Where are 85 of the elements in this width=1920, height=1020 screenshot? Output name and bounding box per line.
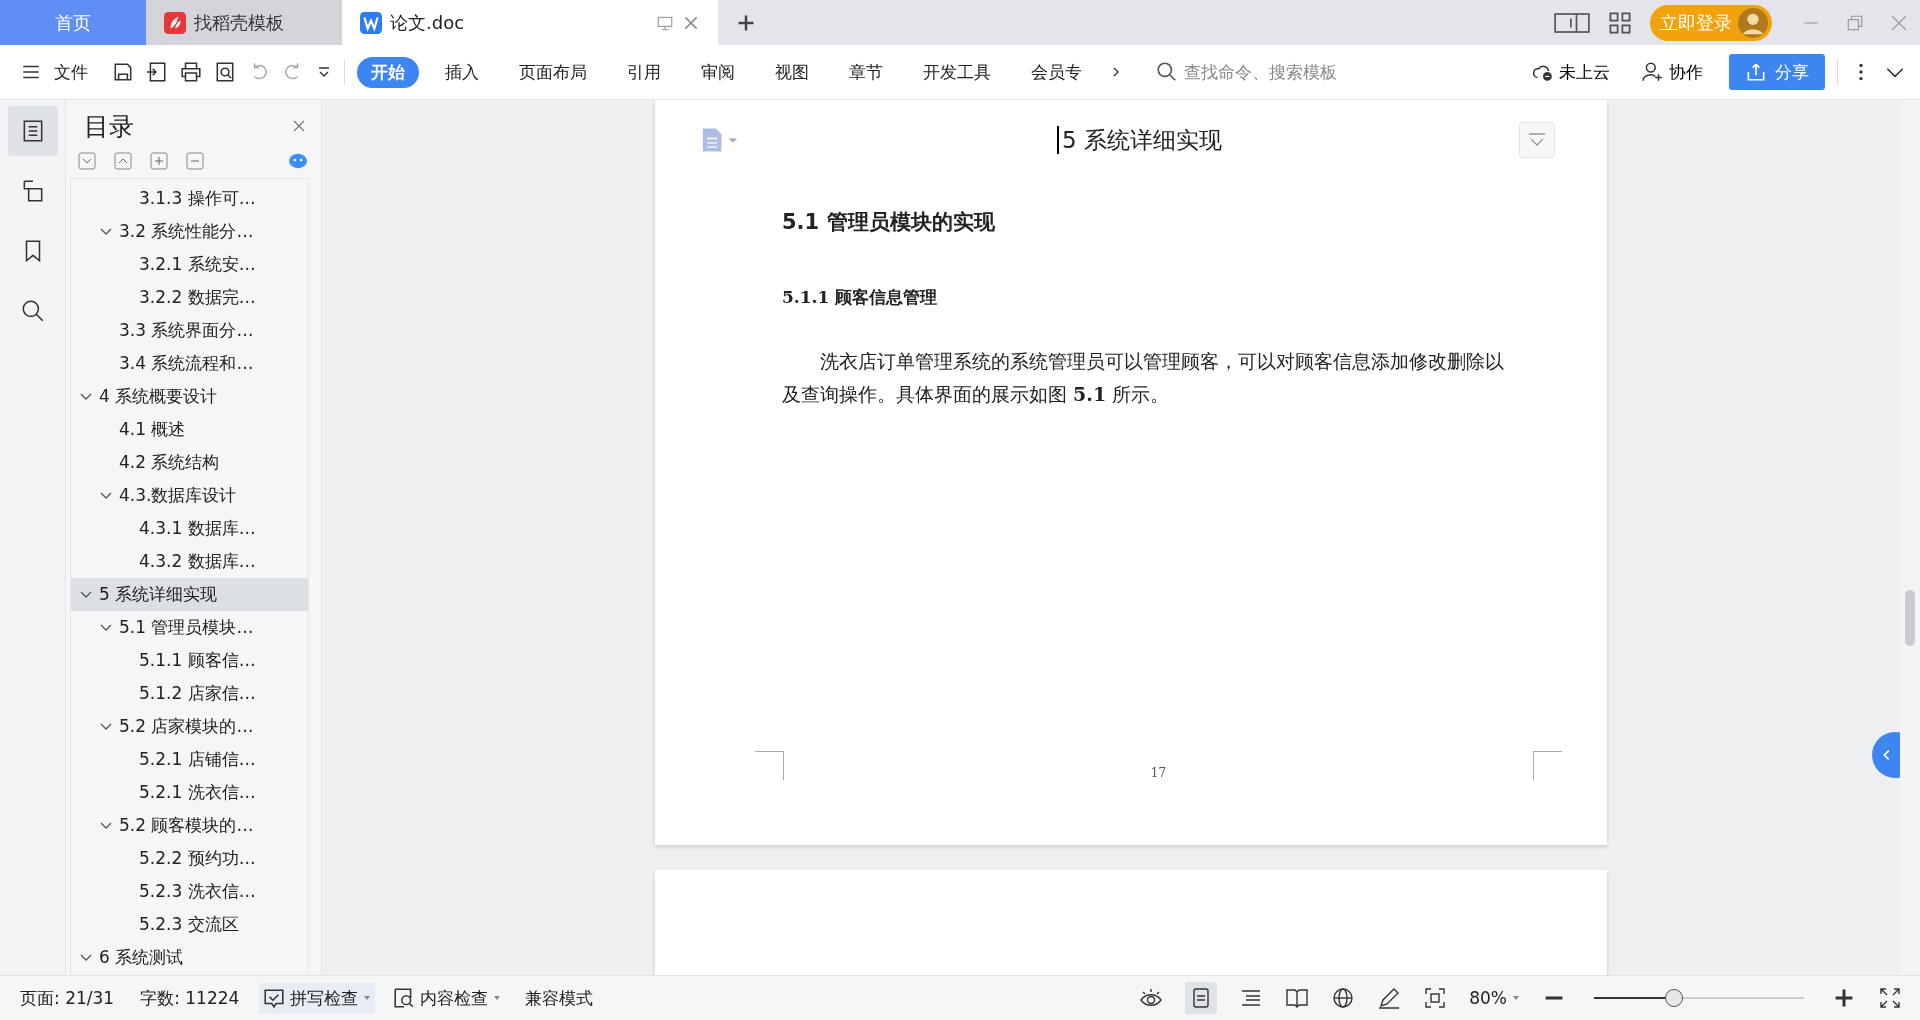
print-icon[interactable] [180, 61, 202, 83]
ribbon-tab[interactable]: 审阅 [687, 56, 749, 88]
document-tab[interactable]: 论文.doc [342, 0, 718, 45]
toc-item[interactable]: 4.3.数据库设计 [71, 479, 308, 512]
toc-item[interactable]: 5.2.2 预约功… [71, 842, 308, 875]
toc-item[interactable]: 5.2.1 店铺信… [71, 743, 308, 776]
caret-icon [1512, 994, 1520, 1002]
subsection-heading: 5.1.1 顾客信息管理 [782, 286, 939, 309]
toc-item[interactable]: 6 系统测试 [71, 941, 308, 974]
content-check-button[interactable]: 内容检查 [389, 982, 506, 1014]
toc-item[interactable]: 5.2 顾客模块的… [71, 809, 308, 842]
scrollbar[interactable] [1900, 100, 1920, 975]
check-icon [263, 987, 286, 1009]
toc-item[interactable]: 5.1 管理员模块… [71, 611, 308, 644]
person-add-icon [1642, 61, 1664, 83]
document-tab[interactable]: 找稻壳模板 [146, 0, 342, 45]
search-icon [1156, 61, 1178, 83]
collapse-icon[interactable] [78, 152, 96, 170]
layout-icon[interactable] [1554, 10, 1590, 35]
search-field[interactable]: 查找命令、搜索模板 [1156, 61, 1376, 83]
assistant-icon[interactable] [289, 152, 307, 170]
zoom-slider[interactable] [1594, 988, 1804, 1008]
toc-item[interactable]: 3.4 系统流程和… [71, 347, 308, 380]
ribbon-tab[interactable]: 开始 [357, 56, 419, 88]
toc-item[interactable]: 4 系统概要设计 [71, 380, 308, 413]
toc-item[interactable]: 3.3 系统界面分… [71, 314, 308, 347]
export-icon[interactable] [146, 61, 168, 83]
file-menu[interactable]: 文件 [54, 60, 88, 84]
avatar-icon [1738, 7, 1768, 38]
toc-item[interactable]: 5.2.3 交流区 [71, 908, 308, 941]
ribbon-tab[interactable]: 会员专 [1017, 56, 1096, 88]
close-icon[interactable] [291, 118, 307, 134]
ribbon-tab[interactable]: 页面布局 [505, 56, 601, 88]
ribbon-tab[interactable]: 章节 [835, 56, 897, 88]
globe-icon[interactable] [1331, 986, 1356, 1010]
toc-item[interactable]: 5.2.3 洗衣信… [71, 875, 308, 908]
crop-mark [755, 751, 784, 780]
toc-item[interactable]: 5.1.1 顾客信… [71, 644, 308, 677]
w-logo-icon [360, 11, 382, 34]
toc-item[interactable]: 3.2 系统性能分… [71, 215, 308, 248]
caret-icon [493, 994, 502, 1002]
ribbon-tab[interactable]: 插入 [431, 56, 493, 88]
fullscreen-icon[interactable] [1878, 986, 1902, 1010]
compat-mode: 兼容模式 [524, 986, 595, 1010]
page-header: 5 系统详细实现 [740, 124, 1519, 156]
magnifier-page-icon [393, 987, 416, 1009]
share-button[interactable]: 分享 [1729, 54, 1825, 90]
leaf-logo-icon [164, 11, 186, 34]
toc-item[interactable]: 3.2.2 数据完… [71, 281, 308, 314]
toc-item[interactable]: 3.2.1 系统安… [71, 248, 308, 281]
crop-mark [1533, 751, 1562, 780]
toc-item[interactable]: 5.2 店家模块的… [71, 710, 308, 743]
ribbon-tab[interactable]: 视图 [761, 56, 823, 88]
fit-page-icon[interactable] [1423, 986, 1448, 1010]
share-icon [1745, 61, 1767, 83]
toc-item[interactable]: 4.3.2 数据库… [71, 545, 308, 578]
outline-icon[interactable] [7, 106, 58, 156]
section-heading: 5.1 管理员模块的实现 [782, 209, 996, 236]
save-icon[interactable] [112, 61, 134, 83]
page-number: 17 [1150, 766, 1167, 780]
toc-item[interactable]: 5.1.2 店家信… [71, 677, 308, 710]
slider-thumb[interactable] [1664, 989, 1683, 1007]
toc-item[interactable]: 3.1.3 操作可… [71, 182, 308, 215]
word-count: 字数: 11224 [139, 986, 241, 1010]
panel-title: 目录 [84, 110, 135, 143]
preview-icon[interactable] [214, 61, 236, 83]
collaborate-button[interactable]: 协作 [1636, 59, 1709, 85]
cloud-button[interactable]: 未上云 [1526, 59, 1616, 85]
toc-item[interactable]: 5 系统详细实现 [71, 578, 308, 611]
page-count: 页面: 21/31 [19, 986, 116, 1010]
zoom-dropdown[interactable]: 80% [1465, 984, 1524, 1012]
grid-icon[interactable] [1608, 10, 1632, 35]
toc-item[interactable]: 4.1 概述 [71, 413, 308, 446]
expand-icon[interactable] [114, 152, 132, 170]
body-paragraph: 洗衣店订单管理系统的系统管理员可以管理顾客，可以对顾客信息添加修改删除以及查询操作。具体界面的展示如图 5.1 所示。 [782, 349, 1505, 407]
toc-item[interactable]: 5.2.1 洗衣信… [71, 776, 308, 809]
ribbon-tab[interactable]: 引用 [613, 56, 675, 88]
caret-icon [363, 994, 372, 1002]
toc-item[interactable]: 4.2 系统结构 [71, 446, 308, 479]
toc-item[interactable]: 4.3.1 数据库… [71, 512, 308, 545]
book-icon[interactable] [1285, 986, 1310, 1010]
pen-icon[interactable] [1377, 986, 1402, 1010]
spell-check-button[interactable]: 拼写检查 [259, 982, 376, 1014]
ribbon-tab[interactable]: 开发工具 [909, 56, 1005, 88]
page-view-icon[interactable] [1185, 982, 1218, 1014]
